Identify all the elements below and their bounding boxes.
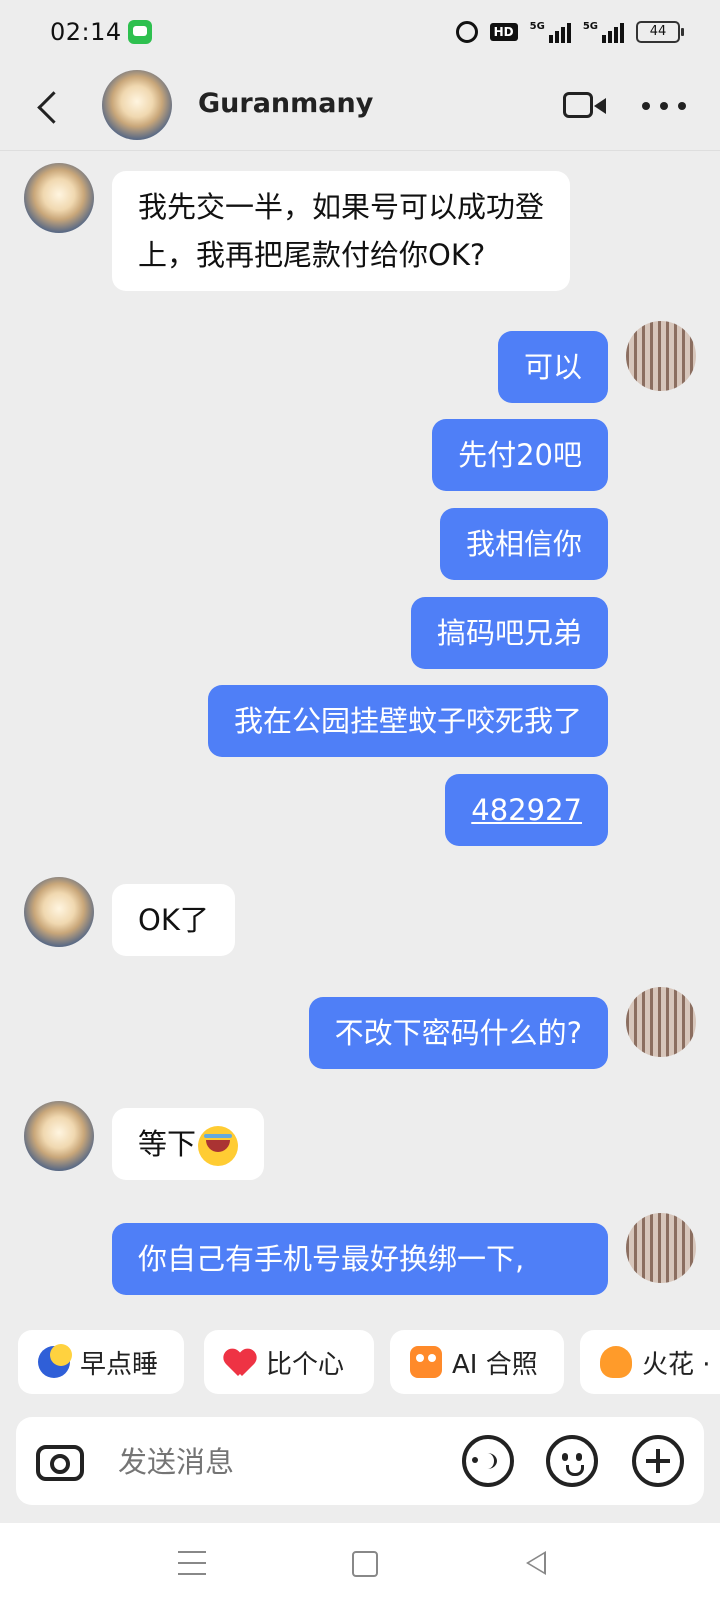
quick-reply-chip[interactable]: AI 合照 (390, 1330, 564, 1394)
code-link[interactable]: 482927 (471, 793, 582, 827)
my-avatar[interactable] (626, 1213, 696, 1283)
laughing-crying-emoji-icon (198, 1126, 239, 1166)
quick-reply-chip[interactable]: 早点睡 (18, 1330, 184, 1394)
message-notification-icon (128, 20, 152, 44)
home-icon[interactable] (352, 1551, 378, 1577)
message-input-bar (16, 1417, 704, 1505)
more-options-icon[interactable] (642, 102, 686, 112)
quick-reply-label: AI 合照 (452, 1349, 538, 1380)
outgoing-message[interactable]: 可以 (497, 331, 608, 403)
ai-photo-icon (410, 1346, 442, 1378)
outgoing-message[interactable]: 482927 (445, 774, 608, 846)
nav-back-icon[interactable] (526, 1551, 546, 1575)
message-input[interactable] (116, 1437, 420, 1487)
quick-reply-bar: 早点睡 比个心 AI 合照 火花 · (0, 1330, 720, 1396)
incoming-message[interactable]: OK了 (112, 884, 235, 956)
camera-icon[interactable] (36, 1437, 84, 1485)
contact-avatar[interactable] (24, 163, 94, 233)
quick-reply-label: 早点睡 (80, 1349, 159, 1380)
plus-icon[interactable] (632, 1435, 684, 1487)
contact-avatar[interactable] (24, 1101, 94, 1171)
hd-voice-icon: HD (489, 23, 518, 41)
alarm-icon (455, 21, 478, 43)
my-avatar[interactable] (626, 987, 696, 1057)
moon-icon (38, 1344, 72, 1378)
quick-reply-label: 火花 · (642, 1349, 711, 1380)
outgoing-message[interactable]: 搞码吧兄弟 (410, 597, 608, 669)
contact-name[interactable]: Guranmany (198, 88, 373, 119)
status-time: 02:14 (50, 18, 122, 46)
quick-reply-chip[interactable]: 火花 · (580, 1330, 720, 1394)
quick-reply-chip[interactable]: 比个心 (204, 1330, 374, 1394)
chat-header: Guranmany (0, 66, 720, 150)
contact-avatar[interactable] (102, 70, 172, 140)
message-text: 我先交一半，如果号可以成功登 (138, 190, 545, 224)
outgoing-message[interactable]: 先付20吧 (432, 419, 608, 491)
signal-icon: 5G (530, 21, 571, 43)
outgoing-message[interactable]: 你自己有手机号最好换绑一下, (112, 1223, 608, 1295)
heart-icon (224, 1346, 256, 1378)
quick-reply-label: 比个心 (266, 1349, 345, 1380)
signal-icon-2: 5G (583, 21, 624, 43)
outgoing-message[interactable]: 我相信你 (439, 508, 608, 580)
status-bar: 02:14 HD 5G 5G 44 (0, 0, 720, 66)
outgoing-message[interactable]: 我在公园挂壁蚊子咬死我了 (207, 685, 608, 757)
system-nav-bar (0, 1523, 720, 1612)
status-icons: HD 5G 5G 44 (455, 18, 684, 46)
back-icon[interactable] (34, 88, 64, 128)
chat-area[interactable]: 我先交一半，如果号可以成功登 上，我再把尾款付给你OK? 可以 先付20吧 我相… (0, 151, 720, 1313)
message-text: 上，我再把尾款付给你OK? (138, 238, 486, 272)
incoming-message[interactable]: 等下 (112, 1108, 265, 1180)
my-avatar[interactable] (626, 321, 696, 391)
fire-icon (600, 1346, 632, 1378)
message-text: 等下 (138, 1127, 197, 1161)
incoming-message[interactable]: 我先交一半，如果号可以成功登 上，我再把尾款付给你OK? (112, 171, 571, 291)
emoji-icon[interactable] (546, 1435, 598, 1487)
menu-icon[interactable] (178, 1551, 206, 1575)
outgoing-message[interactable]: 不改下密码什么的? (308, 997, 608, 1069)
battery-icon: 44 (636, 21, 684, 43)
video-call-icon[interactable] (563, 90, 607, 122)
voice-icon[interactable] (462, 1435, 514, 1487)
contact-avatar[interactable] (24, 877, 94, 947)
